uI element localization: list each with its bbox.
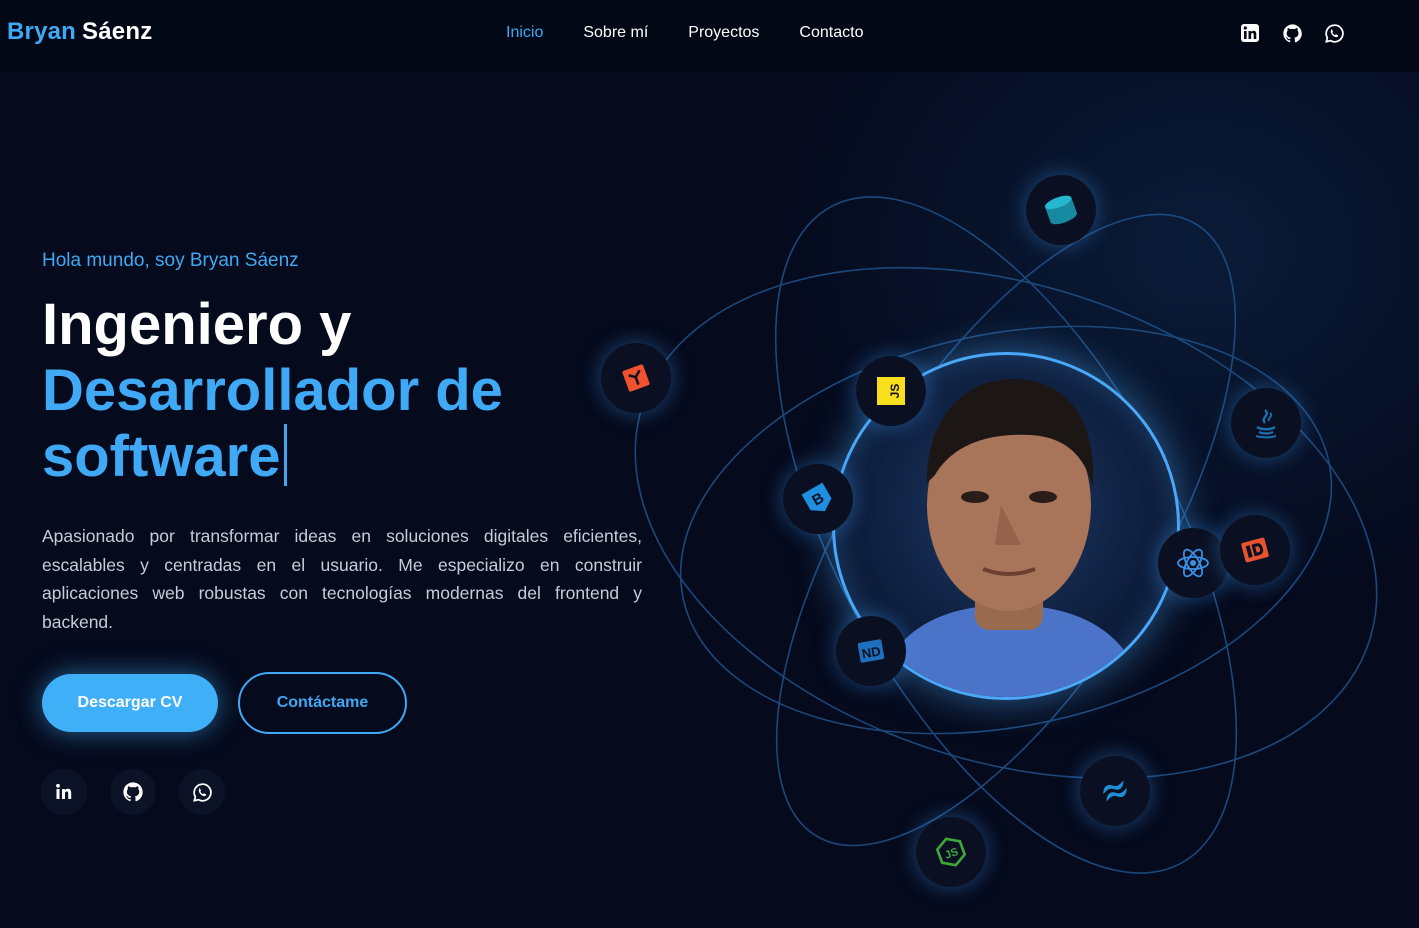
bootstrap-icon: B bbox=[801, 482, 832, 512]
tailwind-icon bbox=[1103, 780, 1127, 802]
brand-last-name: Sáenz bbox=[82, 18, 153, 45]
javascript-icon-node[interactable]: JS bbox=[856, 356, 926, 426]
linkedin-icon bbox=[56, 783, 72, 799]
hero-linkedin-button[interactable] bbox=[41, 769, 87, 815]
hero-github-button[interactable] bbox=[110, 769, 156, 815]
bootstrap-icon-node[interactable]: B bbox=[783, 464, 853, 534]
brand-first-name: Bryan bbox=[7, 18, 77, 45]
linkedin-icon[interactable] bbox=[1239, 22, 1261, 44]
whatsapp-icon[interactable] bbox=[1323, 22, 1345, 44]
laravel-icon bbox=[622, 364, 650, 392]
headline-line-3: software bbox=[42, 424, 281, 489]
react-icon bbox=[1177, 548, 1209, 578]
github-icon bbox=[123, 782, 143, 802]
livewire-icon bbox=[1241, 537, 1269, 563]
download-cv-button[interactable]: Descargar CV bbox=[42, 674, 218, 732]
nodejs-icon-node[interactable]: JS bbox=[916, 817, 986, 887]
nav-link-inicio[interactable]: Inicio bbox=[506, 24, 543, 42]
hero-whatsapp-button[interactable] bbox=[179, 769, 225, 815]
tailwind-icon-node[interactable] bbox=[1080, 756, 1150, 826]
javascript-icon: JS bbox=[877, 377, 905, 405]
nestjs-icon-node[interactable]: ND bbox=[836, 616, 906, 686]
sql-icon-node[interactable] bbox=[1026, 175, 1096, 245]
svg-text:ND: ND bbox=[861, 643, 882, 661]
nav-link-sobre-mi[interactable]: Sobre mí bbox=[583, 24, 648, 42]
github-icon[interactable] bbox=[1281, 22, 1303, 44]
svg-text:JS: JS bbox=[943, 846, 960, 862]
svg-text:JS: JS bbox=[888, 384, 902, 399]
typing-cursor bbox=[283, 424, 287, 486]
whatsapp-icon bbox=[192, 782, 212, 802]
sql-icon bbox=[1044, 195, 1078, 225]
nestjs-icon: ND bbox=[857, 639, 885, 663]
java-icon bbox=[1255, 409, 1277, 439]
hero-description: Apasionado por transformar ideas en solu… bbox=[42, 526, 642, 632]
nav-link-proyectos[interactable]: Proyectos bbox=[688, 24, 759, 42]
hero-buttons: Descargar CV Contáctame bbox=[42, 672, 407, 734]
nodejs-icon: JS bbox=[935, 837, 967, 867]
hero-social-links bbox=[41, 769, 225, 815]
laravel-icon-node[interactable] bbox=[601, 343, 671, 413]
react-icon-node[interactable] bbox=[1158, 528, 1228, 598]
main-nav: Inicio Sobre mí Proyectos Contacto bbox=[506, 24, 903, 42]
nav-link-contacto[interactable]: Contacto bbox=[799, 24, 863, 42]
brand-logo[interactable]: Bryan Sáenz bbox=[7, 18, 152, 46]
navbar: Bryan Sáenz Inicio Sobre mí Proyectos Con… bbox=[0, 0, 1419, 72]
java-icon-node[interactable] bbox=[1231, 388, 1301, 458]
contact-me-button[interactable]: Contáctame bbox=[238, 672, 407, 734]
header-social-links bbox=[1239, 22, 1345, 44]
livewire-icon-node[interactable] bbox=[1220, 515, 1290, 585]
